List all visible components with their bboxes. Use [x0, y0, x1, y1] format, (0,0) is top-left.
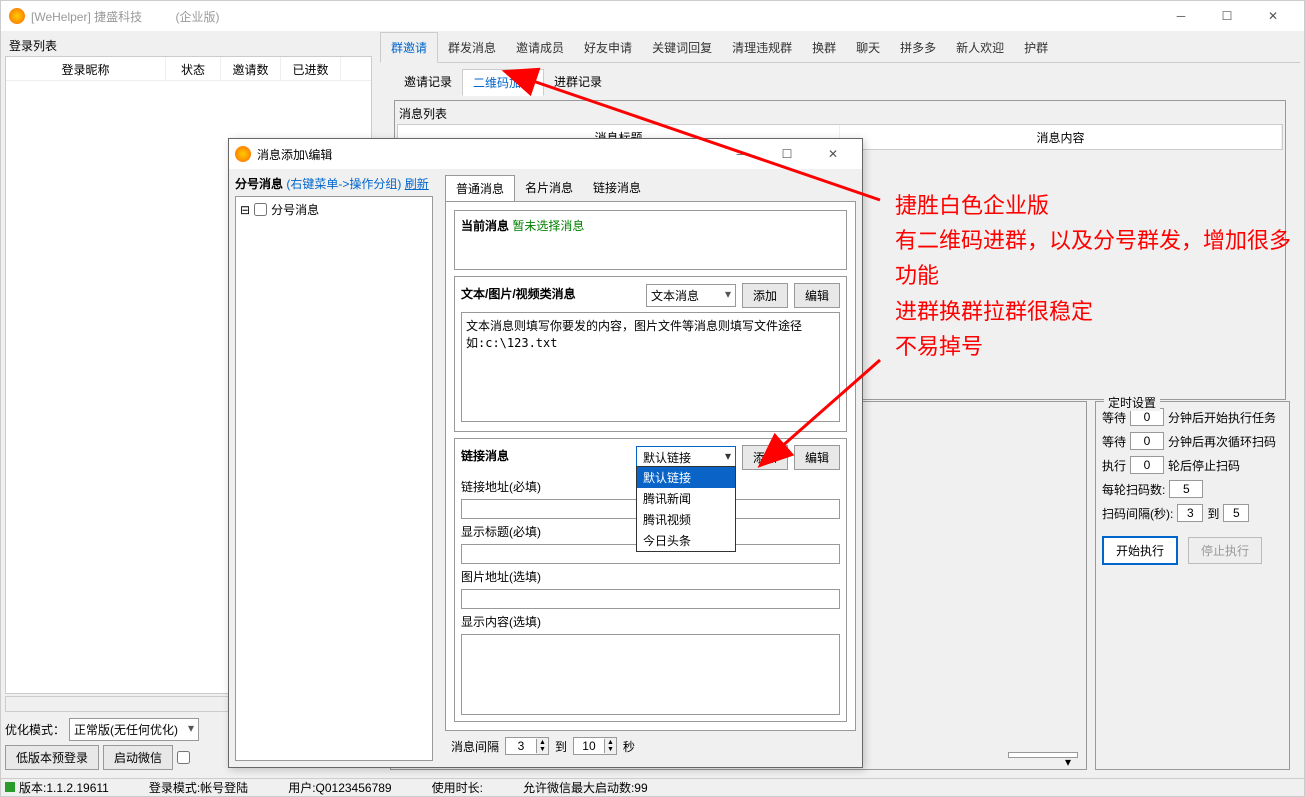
dropdown-option-tencent-video[interactable]: 腾讯视频	[637, 509, 735, 530]
link-type-dropdown: 默认链接 腾讯新闻 腾讯视频 今日头条	[636, 466, 736, 552]
maximize-button[interactable]: ☐	[1204, 1, 1250, 31]
refresh-link[interactable]: 刷新	[405, 177, 429, 191]
dialog-footer: 消息间隔 ▲▼ 到 ▲▼ 秒	[445, 731, 856, 761]
split-msg-label: 分号消息	[235, 177, 283, 191]
tab-invite-members[interactable]: 邀请成员	[506, 33, 574, 62]
status-version: 版本:1.1.2.19611	[19, 781, 109, 795]
tab-pdd[interactable]: 拼多多	[890, 33, 946, 62]
link-msg-block: 链接消息 默认链接 默认链接 腾讯新闻 腾讯视频 今日头条 添加 编辑	[454, 438, 847, 722]
tree-checkbox[interactable]	[254, 203, 267, 216]
tab-group-invite[interactable]: 群邀请	[380, 32, 438, 63]
start-exec-button[interactable]: 开始执行	[1102, 536, 1178, 565]
col-msg-content: 消息内容	[840, 125, 1282, 149]
link-content-textarea[interactable]	[461, 634, 840, 715]
current-message-block: 当前消息 暂未选择消息	[454, 210, 847, 270]
col-status: 状态	[166, 57, 221, 80]
tab-group-send[interactable]: 群发消息	[438, 33, 506, 62]
status-dot-icon	[5, 782, 15, 792]
top-tabs: 群邀请 群发消息 邀请成员 好友申请 关键词回复 清理违规群 换群 聊天 拼多多…	[380, 35, 1300, 63]
status-login-mode: 登录模式:帐号登陆	[149, 779, 248, 796]
tab-keyword-reply[interactable]: 关键词回复	[642, 33, 722, 62]
dropdown-option-default[interactable]: 默认链接	[637, 467, 735, 488]
link-img-input[interactable]	[461, 589, 840, 609]
text-media-title: 文本/图片/视频类消息	[461, 285, 640, 302]
current-msg-status: 暂未选择消息	[512, 219, 584, 233]
col-invite: 邀请数	[221, 57, 281, 80]
tree-expand-icon[interactable]: ⊟	[240, 203, 250, 217]
status-user: 用户:Q0123456789	[288, 779, 391, 796]
tab-card-msg[interactable]: 名片消息	[515, 175, 583, 202]
left-checkbox[interactable]	[177, 751, 190, 764]
close-button[interactable]: ✕	[1250, 1, 1296, 31]
link-msg-title: 链接消息	[461, 447, 630, 464]
interval-max-spinner[interactable]: ▲▼	[573, 737, 617, 755]
tab-welcome[interactable]: 新人欢迎	[946, 33, 1014, 62]
message-edit-dialog: 消息添加\编辑 ─ ☐ ✕ 分号消息 (右键菜单->操作分组) 刷新 ⊟ 分号消…	[228, 138, 863, 768]
message-list-label: 消息列表	[397, 103, 1283, 124]
opt-mode-label: 优化模式：	[5, 721, 65, 738]
stop-exec-button[interactable]: 停止执行	[1188, 537, 1262, 564]
tab-swap-groups[interactable]: 换群	[802, 33, 846, 62]
msg-content-textarea[interactable]: 文本消息则填写你要发的内容，图片文件等消息则填写文件途径如:c:\123.txt	[461, 312, 840, 422]
interval-b-input[interactable]	[1223, 504, 1249, 522]
link-img-label: 图片地址(选填)	[461, 568, 840, 585]
scan-count-input[interactable]	[1169, 480, 1203, 498]
op-status-select[interactable]	[1008, 752, 1078, 758]
opt-mode-select[interactable]: 正常版(无任何优化)	[69, 718, 199, 741]
dialog-title: 消息添加\编辑	[257, 146, 718, 163]
app-icon	[9, 8, 25, 24]
interval-label: 消息间隔	[451, 738, 499, 755]
link-type-select[interactable]: 默认链接 默认链接 腾讯新闻 腾讯视频 今日头条	[636, 446, 736, 469]
category-tree[interactable]: ⊟ 分号消息	[235, 196, 433, 761]
login-list-label: 登录列表	[5, 35, 372, 56]
status-max-launch: 允许微信最大启动数:99	[523, 779, 648, 796]
window-title: [WeHelper] 捷盛科技 (企业版)	[31, 8, 1158, 25]
add-link-button[interactable]: 添加	[742, 445, 788, 470]
exec-input[interactable]	[1130, 456, 1164, 474]
dialog-close-button[interactable]: ✕	[810, 139, 856, 169]
dialog-right-panel: 普通消息 名片消息 链接消息 当前消息 暂未选择消息 文本/图片/视频类消息 文…	[439, 169, 862, 767]
dialog-icon	[235, 146, 251, 162]
login-table-header: 登录昵称 状态 邀请数 已进数	[6, 57, 371, 81]
dialog-left-panel: 分号消息 (右键菜单->操作分组) 刷新 ⊟ 分号消息	[229, 169, 439, 767]
subtab-invite-records[interactable]: 邀请记录	[394, 69, 462, 96]
split-msg-hint: (右键菜单->操作分组)	[286, 177, 401, 191]
timer-title: 定时设置	[1104, 394, 1160, 411]
status-bar: 版本:1.1.2.19611 登录模式:帐号登陆 用户:Q0123456789 …	[1, 778, 1304, 796]
current-msg-label: 当前消息	[461, 219, 509, 233]
tab-normal-msg[interactable]: 普通消息	[445, 175, 515, 202]
edit-msg-button[interactable]: 编辑	[794, 283, 840, 308]
status-usage: 使用时长:	[432, 779, 483, 796]
col-nickname: 登录昵称	[6, 57, 166, 80]
subtab-qrcode-join[interactable]: 二维码加群	[462, 69, 544, 96]
pre-login-button[interactable]: 低版本预登录	[5, 745, 99, 770]
tab-link-msg[interactable]: 链接消息	[583, 175, 651, 202]
dialog-maximize-button[interactable]: ☐	[764, 139, 810, 169]
start-wechat-button[interactable]: 启动微信	[103, 745, 173, 770]
subtab-join-records[interactable]: 进群记录	[544, 69, 612, 96]
interval-a-input[interactable]	[1177, 504, 1203, 522]
dialog-minimize-button[interactable]: ─	[718, 139, 764, 169]
sub-tabs: 邀请记录 二维码加群 进群记录	[380, 69, 1300, 96]
tab-friend-request[interactable]: 好友申请	[574, 33, 642, 62]
msg-type-select[interactable]: 文本消息	[646, 284, 736, 307]
dialog-titlebar: 消息添加\编辑 ─ ☐ ✕	[229, 139, 862, 169]
dropdown-option-tencent-news[interactable]: 腾讯新闻	[637, 488, 735, 509]
dropdown-option-toutiao[interactable]: 今日头条	[637, 530, 735, 551]
tab-chat[interactable]: 聊天	[846, 33, 890, 62]
col-enter: 已进数	[281, 57, 341, 80]
tree-item-split-msg[interactable]: ⊟ 分号消息	[240, 201, 428, 218]
tab-guard[interactable]: 护群	[1014, 33, 1058, 62]
interval-min-spinner[interactable]: ▲▼	[505, 737, 549, 755]
text-media-block: 文本/图片/视频类消息 文本消息 添加 编辑 文本消息则填写你要发的内容，图片文…	[454, 276, 847, 432]
main-titlebar: [WeHelper] 捷盛科技 (企业版) ─ ☐ ✕	[1, 1, 1304, 31]
add-msg-button[interactable]: 添加	[742, 283, 788, 308]
link-content-label: 显示内容(选填)	[461, 613, 840, 630]
edit-link-button[interactable]: 编辑	[794, 445, 840, 470]
timer-box: 定时设置 等待 分钟后开始执行任务 等待 分钟后再次循环扫码 执行	[1095, 401, 1290, 770]
wait2-input[interactable]	[1130, 432, 1164, 450]
annotation-text: 捷胜白色企业版 有二维码进群，以及分号群发，增加很多功能 进群换群拉群很稳定 不…	[895, 188, 1305, 364]
minimize-button[interactable]: ─	[1158, 1, 1204, 31]
tab-clean-groups[interactable]: 清理违规群	[722, 33, 802, 62]
